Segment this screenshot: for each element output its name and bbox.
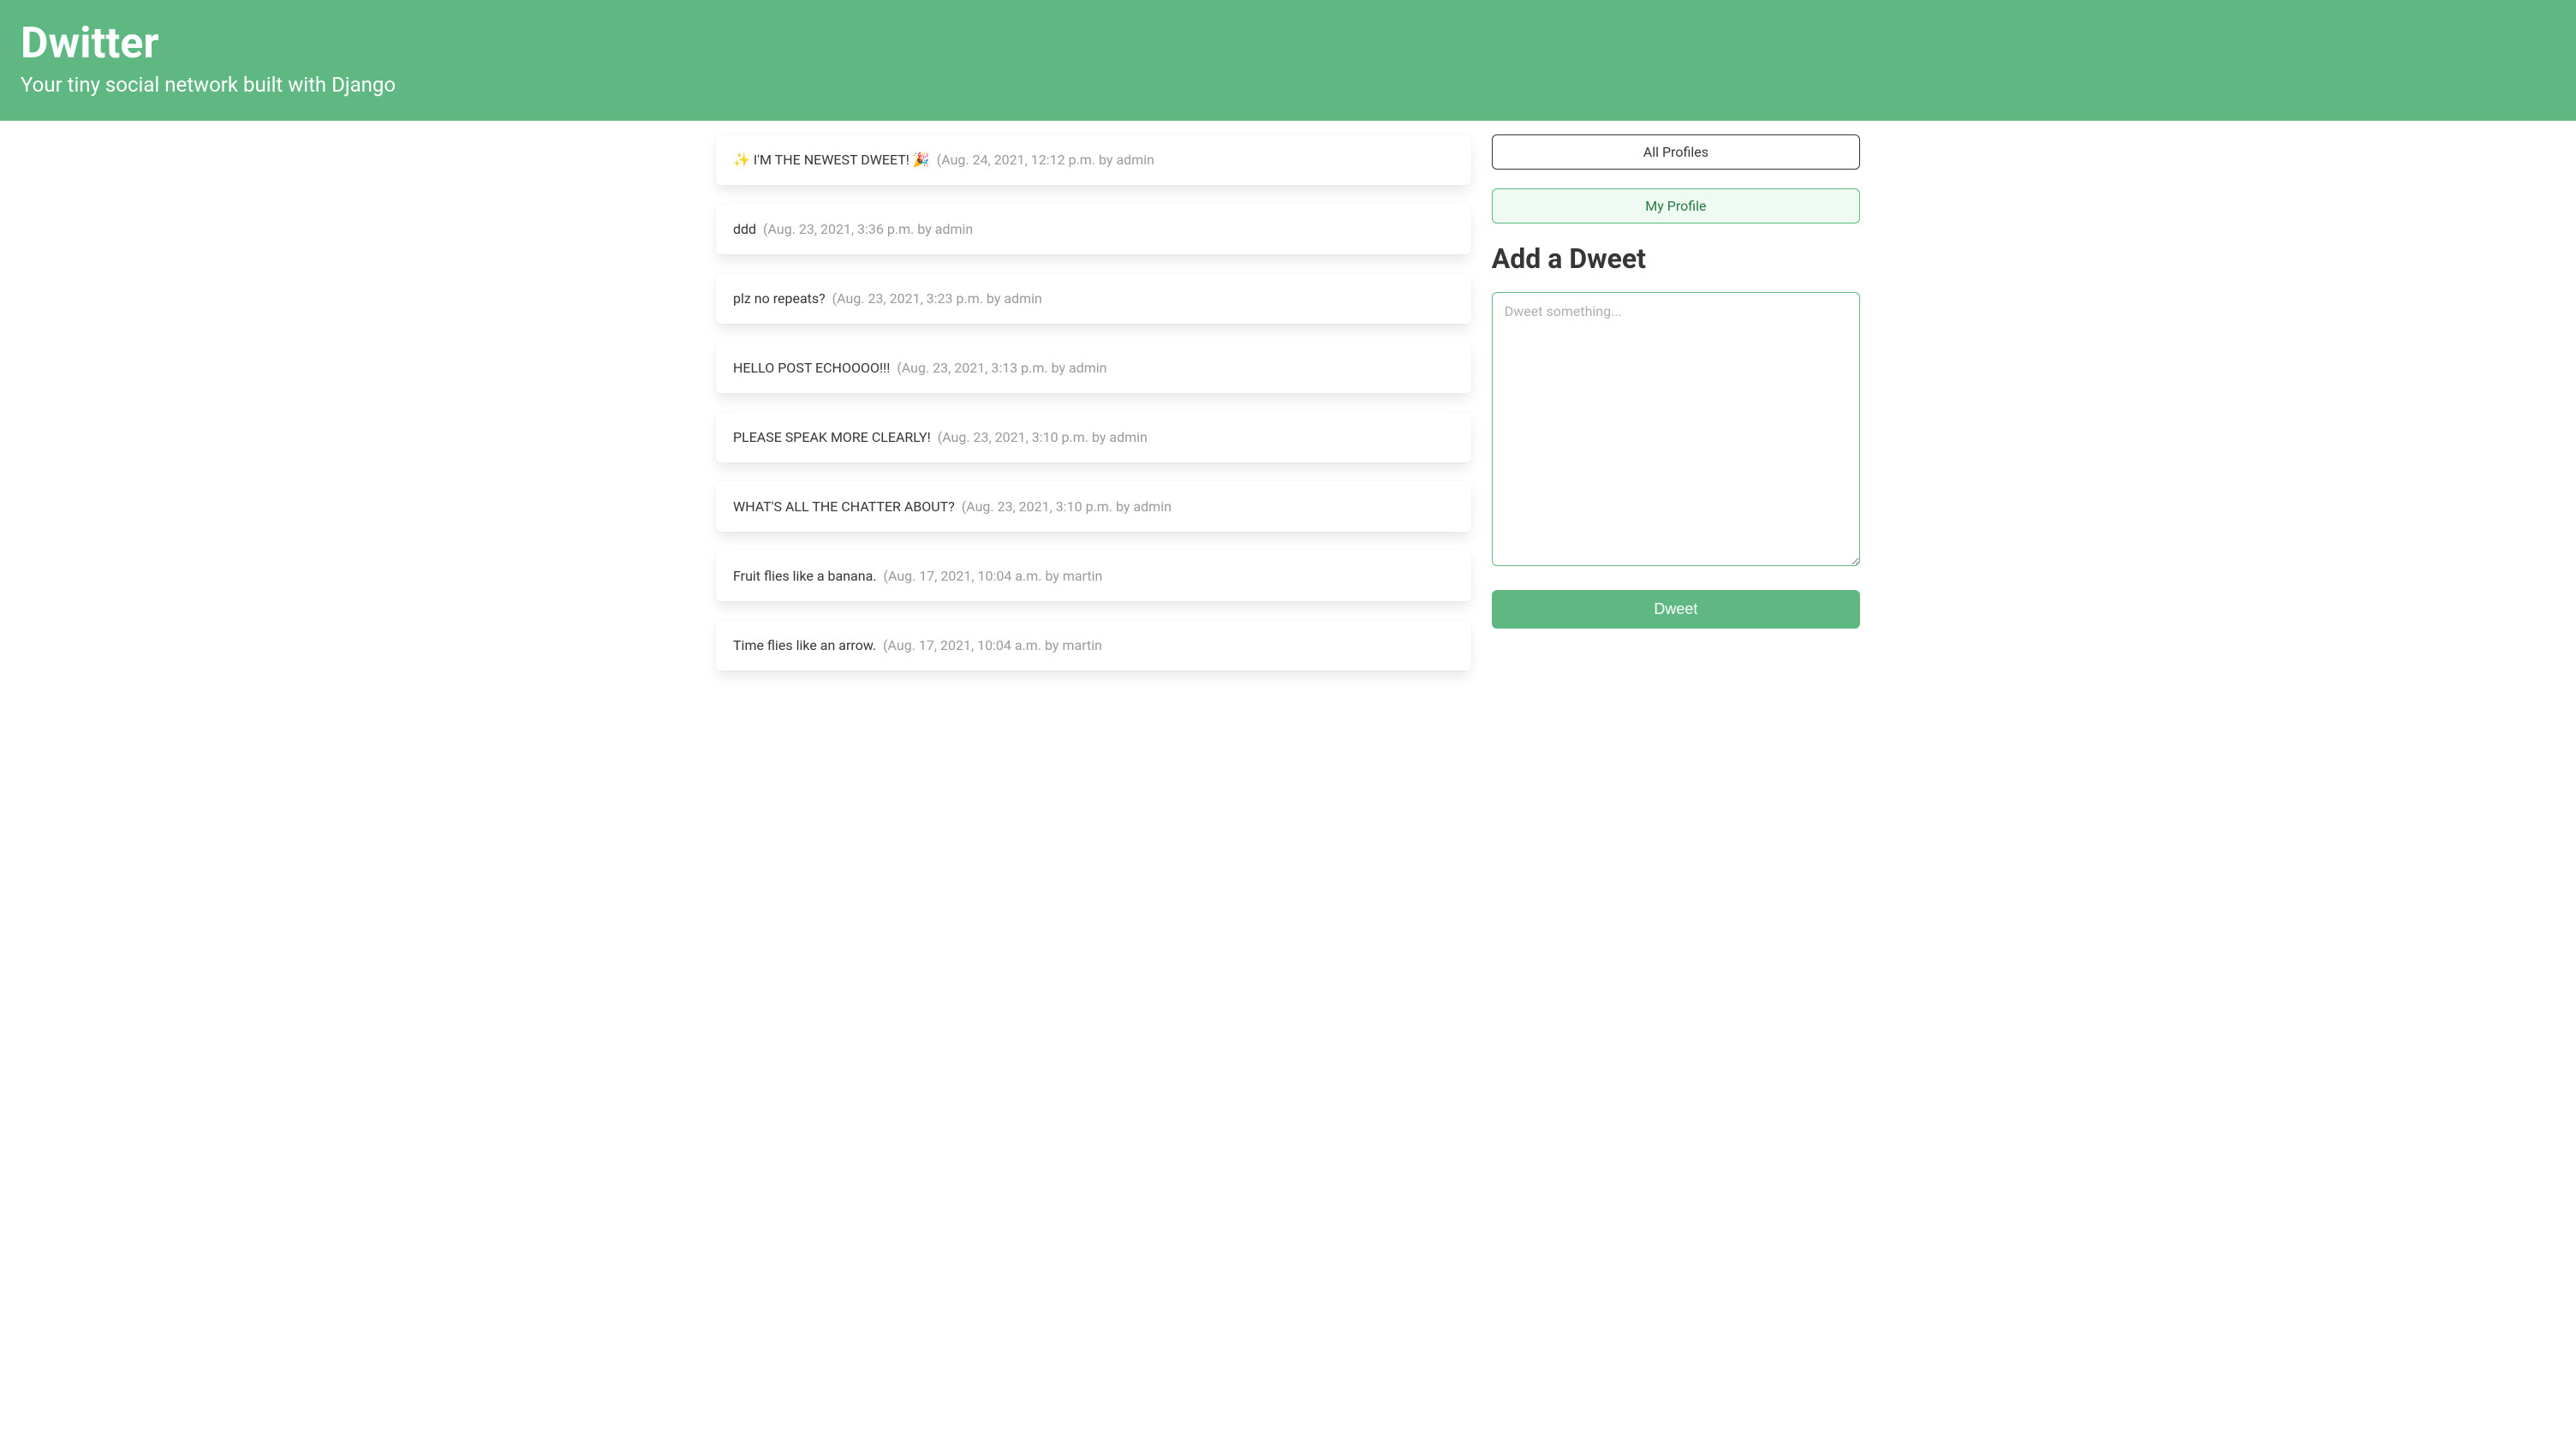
my-profile-button[interactable]: My Profile — [1492, 188, 1860, 224]
dweet-body: plz no repeats? — [733, 290, 826, 307]
dweet-card: Fruit flies like a banana. (Aug. 17, 202… — [716, 551, 1471, 601]
hero-header: Dwitter Your tiny social network built w… — [0, 0, 2576, 121]
dweet-meta: (Aug. 23, 2021, 3:10 p.m. by admin — [938, 429, 1148, 445]
dweet-body: PLEASE SPEAK MORE CLEARLY! — [733, 429, 931, 445]
dweet-body: ✨ I'M THE NEWEST DWEET! 🎉 — [733, 152, 930, 168]
page-subtitle: Your tiny social network built with Djan… — [21, 73, 2555, 97]
dweet-meta: (Aug. 23, 2021, 3:23 p.m. by admin — [832, 290, 1042, 307]
dweet-feed: ✨ I'M THE NEWEST DWEET! 🎉 (Aug. 24, 2021… — [716, 134, 1471, 689]
sidebar: All Profiles My Profile Add a Dweet Dwee… — [1492, 134, 1860, 689]
dweet-card: PLEASE SPEAK MORE CLEARLY! (Aug. 23, 202… — [716, 412, 1471, 462]
dweet-submit-button[interactable]: Dweet — [1492, 590, 1860, 629]
dweet-body: HELLO POST ECHOOOO!!! — [733, 360, 890, 376]
dweet-card: Time flies like an arrow. (Aug. 17, 2021… — [716, 620, 1471, 671]
dweet-body: ddd — [733, 221, 756, 237]
page-title: Dwitter — [21, 21, 2555, 68]
dweet-body: Time flies like an arrow. — [733, 637, 876, 653]
dweet-meta: (Aug. 24, 2021, 12:12 p.m. by admin — [937, 152, 1154, 168]
dweet-card: HELLO POST ECHOOOO!!! (Aug. 23, 2021, 3:… — [716, 343, 1471, 393]
dweet-meta: (Aug. 17, 2021, 10:04 a.m. by martin — [883, 568, 1102, 584]
dweet-card: plz no repeats? (Aug. 23, 2021, 3:23 p.m… — [716, 273, 1471, 324]
add-dweet-title: Add a Dweet — [1492, 242, 1860, 275]
dweet-card: ✨ I'M THE NEWEST DWEET! 🎉 (Aug. 24, 2021… — [716, 134, 1471, 185]
all-profiles-button[interactable]: All Profiles — [1492, 134, 1860, 170]
dweet-textarea[interactable] — [1492, 292, 1860, 566]
dweet-body: WHAT'S ALL THE CHATTER ABOUT? — [733, 498, 955, 515]
dweet-body: Fruit flies like a banana. — [733, 568, 877, 584]
dweet-meta: (Aug. 23, 2021, 3:10 p.m. by admin — [962, 498, 1172, 515]
dweet-card: ddd (Aug. 23, 2021, 3:36 p.m. by admin — [716, 204, 1471, 254]
dweet-card: WHAT'S ALL THE CHATTER ABOUT? (Aug. 23, … — [716, 481, 1471, 532]
dweet-meta: (Aug. 23, 2021, 3:36 p.m. by admin — [763, 221, 973, 237]
dweet-meta: (Aug. 23, 2021, 3:13 p.m. by admin — [897, 360, 1106, 376]
dweet-meta: (Aug. 17, 2021, 10:04 a.m. by martin — [883, 637, 1102, 653]
